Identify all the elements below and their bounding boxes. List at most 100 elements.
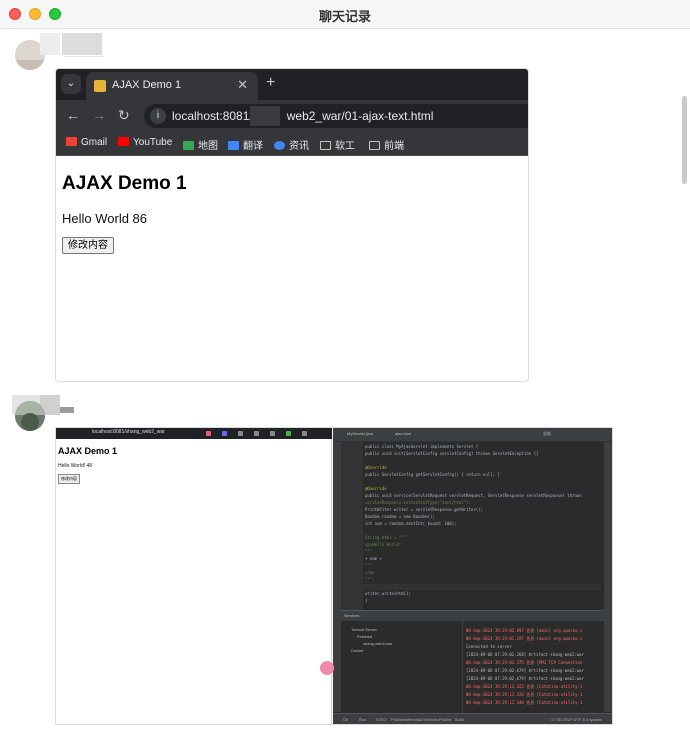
console-log-line: 06-Sep-2024 19:29:12.322 信息 [Catalina-ut… (466, 684, 583, 689)
services-panel-header: Services (341, 610, 604, 621)
status-tool-window: Build (455, 717, 464, 722)
editor-tab: MyServlet.java (347, 431, 374, 436)
code-line: servletResponse.setContentType("text/htm… (365, 500, 471, 505)
browser-tab-strip: ⌄ AJAX Demo 1 ✕ + (56, 69, 528, 100)
window-title: 聊天记录 (318, 9, 371, 24)
browser-toolbar: localhost:8081/shang_web2_war (56, 428, 332, 439)
code-line: public void init(ServletConfig servletCo… (365, 451, 539, 456)
folder-icon (369, 141, 380, 150)
status-tool-window: TODO (375, 717, 387, 722)
tab-search-icon: ⌄ (61, 74, 81, 94)
browser-tab: AJAX Demo 1 ✕ (86, 72, 258, 100)
bookmark-translate: 翻译 (228, 137, 263, 152)
url-redaction (250, 106, 280, 126)
services-tree-item: Finished (357, 634, 373, 639)
extension-icon (206, 431, 211, 436)
web-page-content: AJAX Demo 1 Hello World 86 修改内容 (56, 156, 528, 381)
code-line: } (365, 598, 368, 603)
services-tree-item: Tomcat Server (351, 627, 377, 632)
bookmark-gmail: Gmail (66, 137, 107, 148)
chat-history-window: 聊天记录 ⌄ AJAX Demo 1 ✕ + ← → ↻ i localhost… (0, 0, 690, 743)
page-heading: AJAX Demo 1 (58, 446, 118, 456)
ide-pane: MyServlet.java ajax.html 总结 public class… (333, 428, 612, 724)
back-arrow-icon: ← (66, 107, 80, 123)
console-log-line: [2024-09-06 07:29:02,268] Artifact shang… (466, 652, 585, 657)
code-line: String html = """ (365, 535, 406, 540)
code-line: public ServletConfig getServletConfig() … (365, 472, 500, 477)
console-output: 06-Sep-2024 19:29:02.097 信息 [main] org.a… (464, 621, 604, 713)
favicon-icon (94, 80, 106, 92)
status-tool-window: Run (359, 717, 367, 722)
extension-icon (286, 431, 291, 436)
extension-icon (270, 431, 275, 436)
sender-name-redacted (40, 33, 102, 55)
avatar[interactable] (15, 401, 45, 431)
code-line: """; (365, 577, 375, 582)
news-icon (274, 141, 285, 150)
status-tool-window: Git (343, 717, 349, 722)
services-title: Services (344, 613, 360, 618)
code-line: """ (365, 549, 373, 554)
code-editor: public class MyAjaxServlet implements Se… (365, 444, 601, 610)
editor-tabs: MyServlet.java ajax.html 总结 (333, 428, 612, 442)
gmail-icon (66, 137, 77, 146)
code-line: Random random = new Random(); (365, 514, 435, 519)
bookmark-news: 资讯 (274, 137, 309, 152)
code-line: PrintWriter writer = servletResponse.get… (365, 507, 484, 512)
console-log-line: 06-Sep-2024 19:29:02.375 信息 [RMI TCP Con… (466, 660, 583, 665)
bookmarks-bar: Gmail YouTube 地图 翻译 资讯 软工 前端 (56, 132, 528, 156)
browser-toolbar: ← → ↻ i localhost:8081/web2_war/01-ajax-… (56, 100, 528, 132)
divider (64, 56, 104, 57)
code-line: </p> (365, 570, 375, 575)
page-text: Hello World! 48 (58, 463, 93, 469)
reload-icon: ↻ (118, 107, 130, 123)
info-icon: i (150, 108, 166, 124)
plus-icon: + (266, 74, 276, 91)
message-image-ide-screenshot[interactable]: localhost:8081/shang_web2_war AJAX Demo … (55, 427, 613, 725)
editor-tab: 总结 (543, 431, 551, 436)
translate-icon (228, 141, 239, 150)
console-log-line: [2024-09-06 07:29:02,679] Artifact shang… (466, 668, 585, 673)
ide-right-toolbar (604, 442, 612, 712)
title-bar: 聊天记录 (0, 0, 690, 29)
page-heading: AJAX Demo 1 (62, 173, 187, 194)
extension-icon (222, 431, 227, 436)
address-bar: i localhost:8081/web2_war/01-ajax-text.h… (144, 104, 528, 128)
message-image-browser-screenshot[interactable]: ⌄ AJAX Demo 1 ✕ + ← → ↻ i localhost:8081… (55, 68, 529, 382)
scrollbar[interactable] (682, 96, 687, 184)
ide-status-bar: Git Run TODO Problems Terminal Services Profil… (333, 713, 612, 724)
code-line: @Override (365, 465, 387, 470)
line-number-gutter (341, 442, 363, 610)
bookmark-maps: 地图 (183, 137, 218, 152)
forward-arrow-icon: → (92, 107, 106, 123)
bookmark-youtube: YouTube (118, 137, 172, 148)
url-text: localhost:8081/web2_war/01-ajax-text.htm… (172, 109, 434, 123)
status-info: 17:36 CRLF UTF-8 4 spaces (550, 717, 602, 722)
code-line: int num = random.nextInt( bound: 100); (365, 521, 457, 526)
console-log-line: [2024-09-06 07:29:02,679] Artifact shang… (466, 676, 585, 681)
modify-content-button: 修改内容 (62, 237, 114, 254)
console-log-line: 06-Sep-2024 19:29:02.097 信息 [main] org.a… (466, 628, 583, 633)
code-line: """ (365, 563, 373, 568)
services-tree-item: shang-web2:war (363, 641, 393, 646)
page-text: Hello World 86 (62, 211, 148, 226)
browser-pane: localhost:8081/shang_web2_war AJAX Demo … (56, 428, 332, 724)
bookmark-folder-qianduan: 前端 (369, 137, 404, 152)
editor-tab: ajax.html (395, 431, 412, 436)
floating-assistant-icon (320, 661, 334, 675)
status-tool-window: Problems (391, 717, 408, 722)
status-tool-window: Profiler (439, 717, 452, 722)
status-tool-window: Terminal (407, 717, 423, 722)
bookmark-folder-ruangong: 软工 (320, 137, 355, 152)
services-tree: Tomcat Server Finished shang-web2:war Docke… (341, 621, 463, 713)
folder-icon (320, 141, 331, 150)
modify-content-button: 修改内容 (58, 474, 80, 484)
url-text: localhost:8081/shang_web2_war (92, 429, 165, 435)
extension-icon (254, 431, 259, 436)
ide-left-toolbar (333, 442, 341, 712)
services-tree-item: Docker (351, 648, 364, 653)
console-log-line: Connected to server (466, 644, 512, 649)
extension-icon (238, 431, 243, 436)
tab-title: AJAX Demo 1 (112, 79, 182, 91)
console-log-line: 06-Sep-2024 19:29:12.340 信息 [Catalina-ut… (466, 700, 583, 705)
